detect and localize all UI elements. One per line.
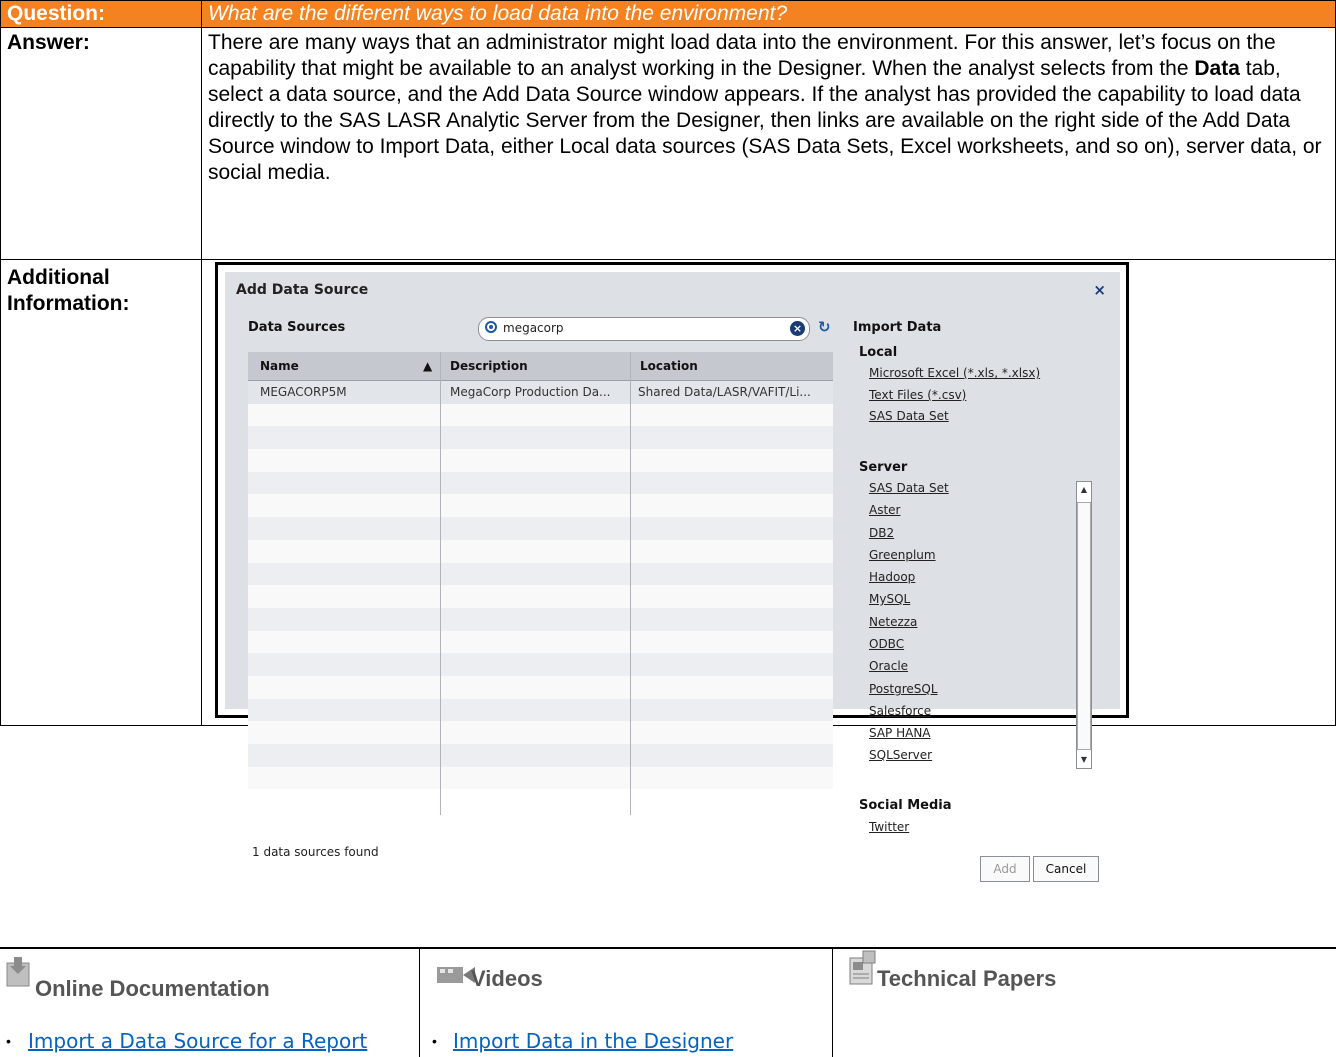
server-link-sap-hana[interactable]: SAP HANA xyxy=(869,726,931,740)
column-header-name[interactable]: Name xyxy=(260,359,299,373)
additional-label-line1: Additional xyxy=(7,266,110,289)
link-import-data-designer[interactable]: Import Data in the Designer xyxy=(453,1027,733,1055)
row-description-cell: MegaCorp Production Da... xyxy=(450,385,611,399)
table-row-empty xyxy=(248,494,833,518)
answer-part-1: There are many ways that an administrato… xyxy=(208,31,1276,80)
server-link-mysql[interactable]: MySQL xyxy=(869,592,910,606)
footer-top-border xyxy=(0,947,1336,949)
documentation-icon xyxy=(6,957,30,987)
local-link-text-files[interactable]: Text Files (*.csv) xyxy=(869,388,966,402)
server-section-label: Server xyxy=(859,460,908,475)
bullet: • xyxy=(6,1033,11,1049)
table-row-empty xyxy=(248,585,833,608)
question-text: What are the different ways to load data… xyxy=(201,0,1336,28)
answer-label: Answer: xyxy=(0,27,202,260)
import-data-title: Import Data xyxy=(853,320,942,335)
question-label: Question: xyxy=(0,0,202,28)
search-icon xyxy=(485,321,497,333)
table-row-empty xyxy=(248,675,833,699)
server-link-aster[interactable]: Aster xyxy=(869,503,900,517)
link-import-data-source[interactable]: Import a Data Source for a Report xyxy=(28,1027,368,1055)
close-icon[interactable]: × xyxy=(1093,281,1106,299)
answer-data-tab: Data xyxy=(1194,57,1240,80)
online-documentation-title: Online Documentation xyxy=(35,976,270,1001)
cancel-button[interactable]: Cancel xyxy=(1033,856,1099,882)
clear-search-icon[interactable]: × xyxy=(790,321,805,336)
column-divider xyxy=(440,352,441,815)
server-link-postgresql[interactable]: PostgreSQL xyxy=(869,682,938,696)
local-link-excel[interactable]: Microsoft Excel (*.xls, *.xlsx) xyxy=(869,366,1040,380)
refresh-icon[interactable]: ↻ xyxy=(818,318,831,336)
answer-text: There are many ways that an administrato… xyxy=(201,27,1336,260)
add-data-source-dialog: Add Data Source × Data Sources megacorp … xyxy=(225,272,1120,882)
scroll-down-icon[interactable]: ▼ xyxy=(1078,753,1090,767)
footer-divider xyxy=(832,947,833,1057)
row-location-cell: Shared Data/LASR/VAFIT/Li... xyxy=(638,385,811,399)
question-row: Question: What are the different ways to… xyxy=(0,0,1336,28)
table-row-empty xyxy=(248,766,833,789)
local-link-sas-data-set[interactable]: SAS Data Set xyxy=(869,409,949,423)
server-link-hadoop[interactable]: Hadoop xyxy=(869,570,915,584)
server-link-netezza[interactable]: Netezza xyxy=(869,615,917,629)
table-row-empty xyxy=(248,517,833,540)
server-link-salesforce[interactable]: Salesforce xyxy=(869,704,931,718)
server-link-odbc[interactable]: ODBC xyxy=(869,637,904,651)
search-value: megacorp xyxy=(503,321,564,335)
videos-title: Videos xyxy=(471,966,543,991)
column-header-location[interactable]: Location xyxy=(640,359,698,373)
data-sources-table: Name ▲ Description Location MEGACORP5M M… xyxy=(248,352,833,815)
technical-papers-title: Technical Papers xyxy=(877,966,1057,991)
table-row-empty xyxy=(248,449,833,472)
dialog-title: Add Data Source xyxy=(236,282,369,298)
add-button[interactable]: Add xyxy=(980,856,1030,882)
scrollbar-thumb[interactable] xyxy=(1077,502,1091,750)
table-header: Name ▲ Description Location xyxy=(248,352,833,381)
server-link-oracle[interactable]: Oracle xyxy=(869,659,908,673)
table-row-empty xyxy=(248,539,833,563)
sort-ascending-icon[interactable]: ▲ xyxy=(423,359,432,373)
server-link-sas-data-set[interactable]: SAS Data Set xyxy=(869,481,949,495)
social-link-twitter[interactable]: Twitter xyxy=(869,820,909,834)
table-row-empty xyxy=(248,426,833,450)
local-section-label: Local xyxy=(859,345,898,360)
social-media-section-label: Social Media xyxy=(859,798,952,813)
answer-row: Answer: There are many ways that an admi… xyxy=(0,27,1336,260)
server-link-db2[interactable]: DB2 xyxy=(869,526,894,540)
table-row-empty xyxy=(248,653,833,676)
table-row-empty xyxy=(248,698,833,722)
table-row-empty xyxy=(248,607,833,631)
table-row-empty xyxy=(248,630,833,654)
table-row[interactable]: MEGACORP5M MegaCorp Production Da... Sha… xyxy=(248,381,833,404)
table-row-empty xyxy=(248,403,833,427)
server-link-sqlserver[interactable]: SQLServer xyxy=(869,748,932,762)
data-sources-label: Data Sources xyxy=(248,320,346,335)
row-name-cell: MEGACORP5M xyxy=(260,385,347,399)
dialog-screenshot: Add Data Source × Data Sources megacorp … xyxy=(215,262,1129,882)
table-body: MEGACORP5M MegaCorp Production Da... Sha… xyxy=(248,381,833,789)
additional-info-label: Additional Information: xyxy=(0,259,202,726)
server-link-greenplum[interactable]: Greenplum xyxy=(869,548,936,562)
server-list-scrollbar[interactable]: ▲ ▼ xyxy=(1076,481,1092,769)
table-row-empty xyxy=(248,562,833,586)
results-count: 1 data sources found xyxy=(252,845,379,859)
column-divider xyxy=(630,352,631,815)
scroll-up-icon[interactable]: ▲ xyxy=(1078,483,1090,497)
technical-paper-icon xyxy=(849,950,877,986)
footer-divider xyxy=(419,947,420,1057)
table-row-empty xyxy=(248,721,833,744)
search-input[interactable]: megacorp × xyxy=(478,317,810,341)
table-row-empty xyxy=(248,744,833,767)
bullet: • xyxy=(432,1033,437,1049)
additional-label-line2: Information: xyxy=(7,292,130,315)
column-header-description[interactable]: Description xyxy=(450,359,528,373)
table-row-empty xyxy=(248,471,833,495)
